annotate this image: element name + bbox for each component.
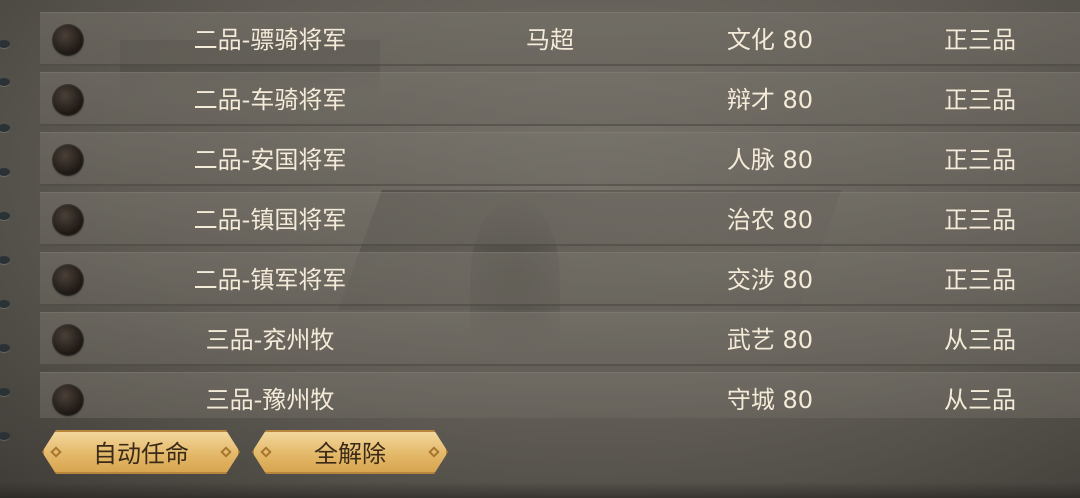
position-title: 二品-骠骑将军: [193, 26, 347, 54]
rank-label: 正三品: [944, 266, 1016, 294]
list-item[interactable]: 三品-兖州牧 武艺 80 从三品: [40, 312, 1080, 366]
attribute-requirement: 辩才 80: [726, 86, 814, 114]
binding-ring: [0, 256, 10, 264]
position-title: 二品-车骑将军: [193, 86, 347, 114]
binding-ring: [0, 124, 10, 132]
bottom-shadow: [0, 482, 1080, 498]
binding-ring: [0, 212, 10, 220]
appointment-panel: 二品-骠骑将军 马超 文化 80 正三品 二品-车骑将军 辩才 80 正三品 二…: [0, 0, 1080, 498]
list-item[interactable]: 二品-车骑将军 辩才 80 正三品: [40, 72, 1080, 126]
attribute-requirement: 武艺 80: [726, 326, 814, 354]
assigned-officer: 马超: [526, 26, 574, 54]
select-radio[interactable]: [53, 325, 83, 355]
attribute-requirement: 人脉 80: [726, 146, 814, 174]
select-radio[interactable]: [53, 265, 83, 295]
binding-ring: [0, 40, 10, 48]
binding-ring: [0, 300, 10, 308]
attribute-requirement: 文化 80: [726, 26, 814, 54]
position-title: 二品-镇军将军: [193, 266, 347, 294]
list-item[interactable]: 二品-安国将军 人脉 80 正三品: [40, 132, 1080, 186]
binding-ring: [0, 388, 10, 396]
assigned-officer: [470, 193, 630, 247]
binding-ring: [0, 168, 10, 176]
assigned-officer: [470, 373, 630, 418]
select-radio[interactable]: [53, 205, 83, 235]
attribute-requirement: 治农 80: [726, 206, 814, 234]
position-title: 二品-镇国将军: [193, 206, 347, 234]
rank-label: 正三品: [944, 146, 1016, 174]
binding-ring: [0, 78, 10, 86]
clear-all-button[interactable]: 全解除: [252, 430, 448, 474]
rank-label: 从三品: [944, 386, 1016, 414]
attribute-requirement: 守城 80: [726, 386, 814, 414]
list-item[interactable]: 二品-镇军将军 交涉 80 正三品: [40, 252, 1080, 306]
list-item[interactable]: 二品-镇国将军 治农 80 正三品: [40, 192, 1080, 246]
auto-appoint-button[interactable]: 自动任命: [42, 430, 240, 474]
list-item[interactable]: 三品-豫州牧 守城 80 从三品: [40, 372, 1080, 418]
rank-label: 正三品: [944, 26, 1016, 54]
spiral-binding: [0, 0, 14, 498]
list-item[interactable]: 二品-骠骑将军 马超 文化 80 正三品: [40, 12, 1080, 66]
position-title: 三品-兖州牧: [205, 326, 335, 354]
assigned-officer: [470, 313, 630, 367]
position-title: 三品-豫州牧: [205, 386, 335, 414]
rank-label: 正三品: [944, 206, 1016, 234]
position-list: 二品-骠骑将军 马超 文化 80 正三品 二品-车骑将军 辩才 80 正三品 二…: [40, 0, 1080, 418]
assigned-officer: [470, 253, 630, 307]
assigned-officer: [470, 73, 630, 127]
select-radio[interactable]: [53, 145, 83, 175]
select-radio[interactable]: [53, 85, 83, 115]
rank-label: 从三品: [944, 326, 1016, 354]
attribute-requirement: 交涉 80: [726, 266, 814, 294]
rank-label: 正三品: [944, 86, 1016, 114]
position-title: 二品-安国将军: [193, 146, 347, 174]
select-radio[interactable]: [53, 25, 83, 55]
assigned-officer: [470, 133, 630, 187]
binding-ring: [0, 432, 10, 440]
binding-ring: [0, 344, 10, 352]
select-radio[interactable]: [53, 385, 83, 415]
